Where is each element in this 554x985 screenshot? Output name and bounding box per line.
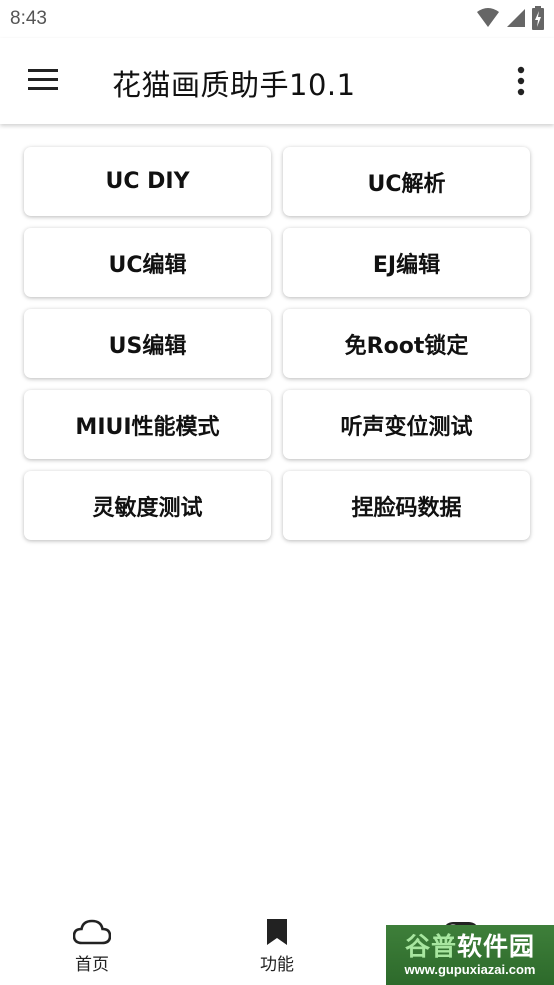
bookmark-icon — [257, 917, 297, 947]
watermark-url: www.gupuxiazai.com — [404, 962, 536, 977]
ej-edit-button[interactable]: EJ编辑 — [283, 228, 530, 297]
wifi-icon — [477, 8, 499, 27]
status-bar: 8:43 — [0, 0, 554, 38]
app-title: 花猫画质助手10.1 — [112, 68, 356, 102]
sensitivity-test-button[interactable]: 灵敏度测试 — [24, 471, 271, 540]
no-root-lock-button[interactable]: 免Root锁定 — [283, 309, 530, 378]
status-time: 8:43 — [10, 8, 47, 29]
function-grid: UC DIY UC解析 UC编辑 EJ编辑 US编辑 免Root锁定 MIUI性… — [24, 147, 530, 540]
face-code-data-button[interactable]: 捏脸码数据 — [283, 471, 530, 540]
watermark-logo: 谷普软件园 www.gupuxiazai.com — [386, 925, 554, 985]
battery-charging-icon — [532, 6, 544, 30]
uc-parse-button[interactable]: UC解析 — [283, 147, 530, 216]
cellular-signal-icon — [507, 9, 525, 27]
nav-label-home: 首页 — [75, 955, 109, 975]
nav-item-functions[interactable]: 功能 — [217, 907, 337, 985]
uc-edit-button[interactable]: UC编辑 — [24, 228, 271, 297]
us-edit-button[interactable]: US编辑 — [24, 309, 271, 378]
status-icons — [476, 6, 544, 30]
miui-performance-mode-button[interactable]: MIUI性能模式 — [24, 390, 271, 459]
sound-position-test-button[interactable]: 听声变位测试 — [283, 390, 530, 459]
cloud-icon — [72, 917, 112, 947]
watermark-brand: 谷普软件园 — [404, 932, 536, 961]
uc-diy-button[interactable]: UC DIY — [24, 147, 271, 216]
nav-item-home[interactable]: 首页 — [32, 907, 152, 985]
app-bar: 花猫画质助手10.1 — [0, 38, 554, 124]
hamburger-menu-icon[interactable] — [28, 69, 58, 91]
nav-label-functions: 功能 — [260, 955, 294, 975]
more-vert-icon[interactable] — [510, 66, 532, 96]
